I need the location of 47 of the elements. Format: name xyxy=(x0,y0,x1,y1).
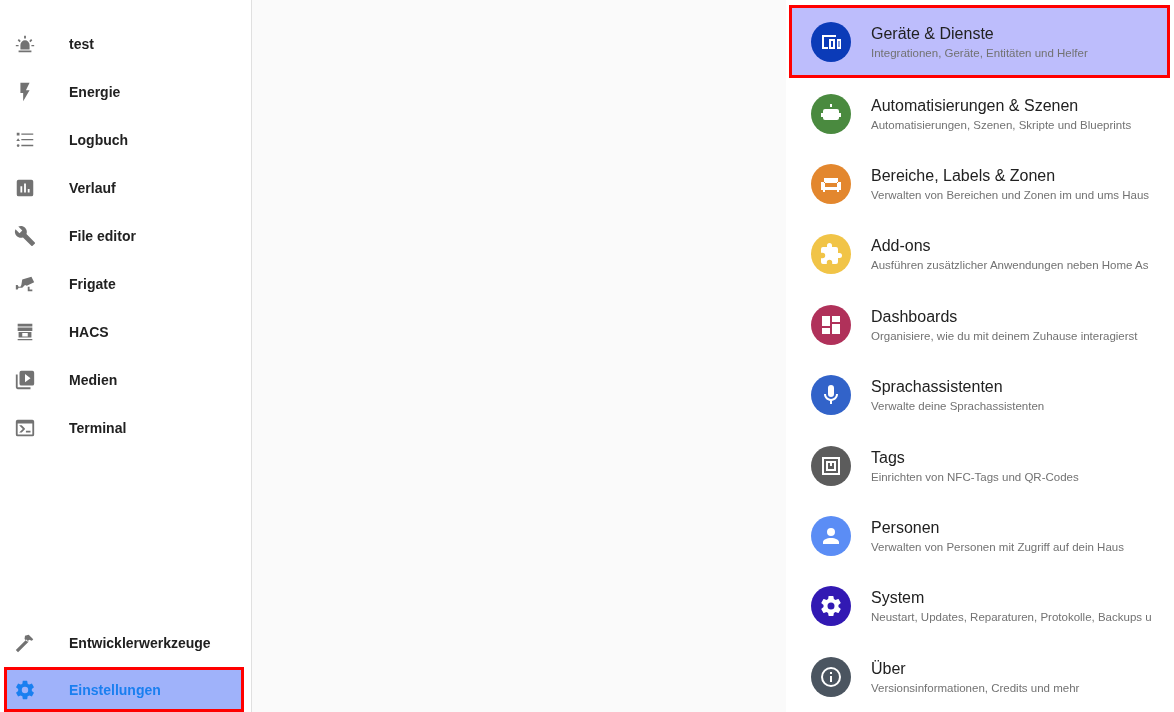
item-description: Einrichten von NFC-Tags und QR-Codes xyxy=(871,470,1079,483)
item-description: Verwalte deine Sprachassistenten xyxy=(871,400,1045,413)
settings-item[interactable]: Tags Einrichten von NFC-Tags und QR-Codes xyxy=(789,430,1170,501)
sidebar-item[interactable]: Logbuch xyxy=(0,116,247,164)
chart-icon xyxy=(14,177,36,199)
settings-item[interactable]: Automatisierungen & Szenen Automatisierungen, Szenen, Skripte und Blueprints xyxy=(789,78,1170,149)
item-title: System xyxy=(871,589,926,608)
media-icon xyxy=(14,369,36,391)
item-description: Versionsinformationen, Credits und mehr xyxy=(871,681,1080,694)
item-description: Organisiere, wie du mit deinem Zuhause interagierst xyxy=(871,329,1138,342)
sidebar-item[interactable]: File editor xyxy=(0,212,247,260)
item-title: Über xyxy=(871,659,907,678)
item-description: Integrationen, Geräte, Entitäten und Helfer xyxy=(871,46,1088,59)
item-title: Automatisierungen & Szenen xyxy=(871,96,1080,115)
item-title: Dashboards xyxy=(871,307,959,326)
item-title: Bereiche, Labels & Zonen xyxy=(871,166,1057,185)
sidebar-item[interactable]: HACS xyxy=(0,308,247,356)
sidebar-item[interactable]: test xyxy=(0,20,247,68)
settings-item[interactable]: Über Versionsinformationen, Credits und mehr xyxy=(789,641,1170,712)
alarm-icon xyxy=(14,33,36,55)
sidebar-item[interactable]: Verlauf xyxy=(0,164,247,212)
sidebar-item[interactable]: Entwicklerwerkzeuge xyxy=(0,619,247,667)
settings-item[interactable]: System Neustart, Updates, Reparaturen, Protokolle, Backups u xyxy=(789,571,1170,642)
settings-item[interactable]: Geräte & Dienste Integrationen, Geräte, Entitäten und Helfer xyxy=(789,5,1170,79)
item-title: Tags xyxy=(871,448,906,467)
item-description: Verwalten von Bereichen und Zonen im und ums Haus xyxy=(871,188,1150,201)
item-description: Verwalten von Personen mit Zugriff auf dein Haus xyxy=(871,540,1124,553)
item-description: Ausführen zusätzlicher Anwendungen neben Home As xyxy=(871,259,1149,272)
item-title: Sprachassistenten xyxy=(871,378,1004,397)
item-title: Add-ons xyxy=(871,237,932,256)
settings-item[interactable]: Personen Verwalten von Personen mit Zugriff auf dein Haus xyxy=(789,500,1170,572)
settings-item[interactable]: Add-ons Ausführen zusätzlicher Anwendungen neben Home As xyxy=(789,219,1170,290)
hammer-icon xyxy=(14,632,36,654)
item-description: Automatisierungen, Szenen, Skripte und Blueprints xyxy=(871,118,1132,131)
settings-item[interactable]: Bereiche, Labels & Zonen Verwalten von Bereichen und Zonen im und ums Haus xyxy=(789,148,1170,220)
sidebar-item[interactable]: Terminal xyxy=(0,404,247,452)
sidebar-item[interactable]: Energie xyxy=(0,68,247,116)
item-title: Geräte & Dienste xyxy=(871,24,995,43)
wrench-icon xyxy=(14,225,36,247)
item-description: Neustart, Updates, Reparaturen, Protokolle, Backups u xyxy=(871,611,1152,624)
settings-icon xyxy=(14,678,36,701)
item-title: Personen xyxy=(871,518,941,537)
sidebar-item[interactable]: Medien xyxy=(0,356,247,404)
settings-item[interactable]: Sprachassistenten Verwalte deine Sprachassistenten xyxy=(789,359,1170,431)
sidebar-item[interactable]: Frigate xyxy=(0,260,247,308)
console-icon xyxy=(14,417,36,439)
settings-item[interactable]: Dashboards Organisiere, wie du mit deinem Zuhause interagierst xyxy=(789,289,1170,360)
